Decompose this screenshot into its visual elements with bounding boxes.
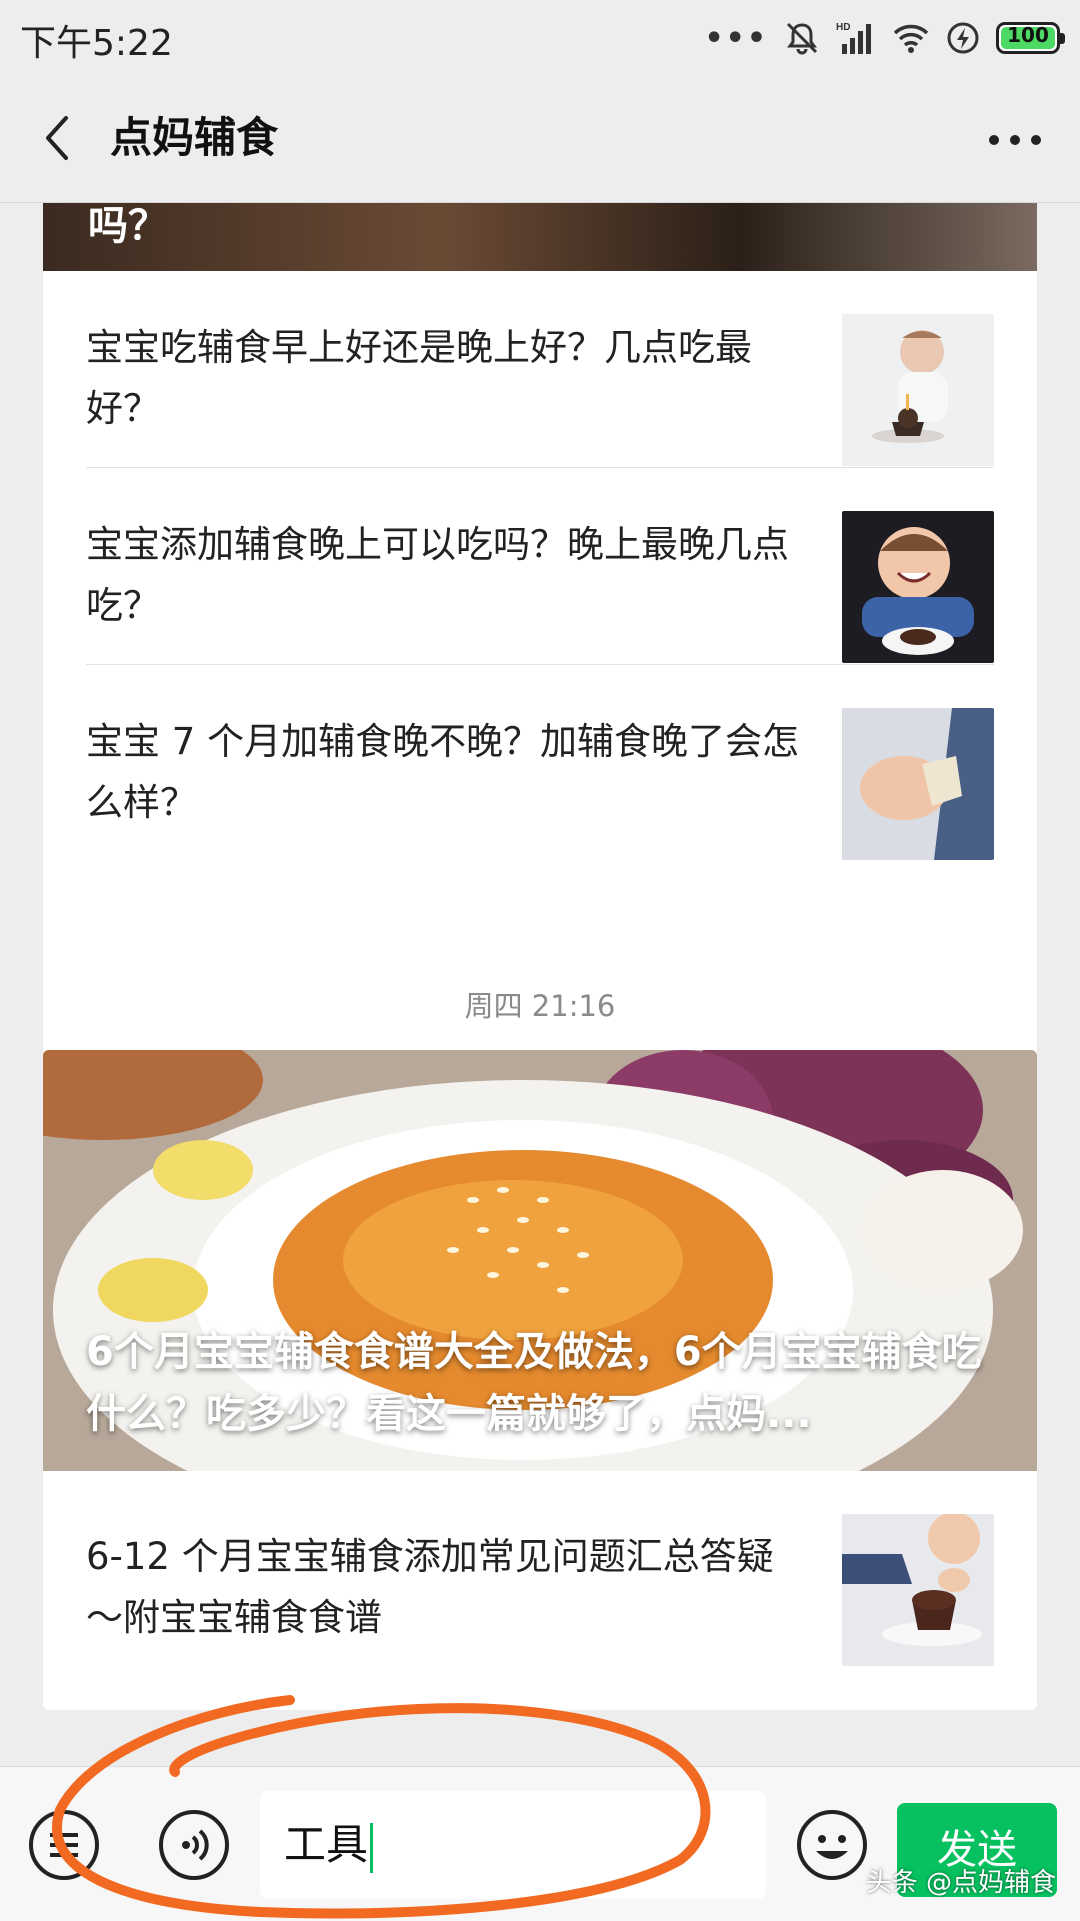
message-timestamp: 周四 21:16 — [464, 989, 616, 1023]
article-card: 吗？ 宝宝吃辅食早上好还是晚上好？几点吃最好？ 宝宝添加辅食晚上可以吃吗？晚上最… — [43, 203, 1037, 1102]
chat-header: 点妈辅食 — [0, 78, 1080, 203]
article-item[interactable]: 宝宝吃辅食早上好还是晚上好？几点吃最好？ — [86, 271, 994, 468]
article-thumbnail — [842, 1514, 994, 1666]
battery-icon: 100 — [996, 22, 1065, 54]
battery-level: 100 — [1007, 23, 1049, 47]
more-notifications-icon: ••• — [704, 20, 768, 56]
message-input-value: 工具 — [284, 1820, 369, 1869]
mute-icon — [786, 22, 818, 55]
svg-text:HD: HD — [836, 22, 850, 33]
message-list[interactable]: 吗？ 宝宝吃辅食早上好还是晚上好？几点吃最好？ 宝宝添加辅食晚上可以吃吗？晚上最… — [0, 203, 1080, 1766]
menu-keyboard-icon[interactable] — [28, 1809, 100, 1881]
voice-input-icon[interactable] — [158, 1809, 230, 1881]
status-time: 下午5:22 — [20, 23, 173, 64]
article-thumbnail — [842, 708, 994, 860]
signal-icon: HD — [836, 22, 871, 54]
article-item-title: 6-12 个月宝宝辅食添加常见问题汇总答疑～附宝宝辅食食谱 — [86, 1535, 774, 1639]
status-icons: ••• HD 100 — [704, 16, 1065, 60]
emoji-icon[interactable] — [796, 1809, 868, 1881]
article-item[interactable]: 宝宝 7 个月加辅食晚不晚？加辅食晚了会怎么样？ — [86, 665, 994, 861]
hero-title: 6个月宝宝辅食食谱大全及做法，6个月宝宝辅食吃什么？吃多少？看这一篇就够了，点妈… — [86, 1329, 982, 1437]
article-item-title: 宝宝 7 个月加辅食晚不晚？加辅食晚了会怎么样？ — [86, 720, 800, 824]
wifi-icon — [893, 24, 929, 53]
article-thumbnail — [842, 511, 994, 663]
article-banner-image[interactable]: 吗？ — [43, 203, 1037, 271]
status-bar: 下午5:22 ••• HD 100 — [0, 0, 1080, 78]
page-title: 点妈辅食 — [110, 113, 279, 162]
message-input[interactable]: 工具 — [260, 1791, 766, 1899]
article-item-title: 宝宝吃辅食早上好还是晚上好？几点吃最好？ — [86, 326, 752, 430]
more-options-icon[interactable] — [980, 110, 1050, 170]
back-arrow-icon[interactable] — [30, 108, 90, 168]
watermark: 头条 @点妈辅食 — [865, 1868, 1056, 1898]
article-thumbnail — [842, 314, 994, 466]
article-item[interactable]: 6-12 个月宝宝辅食添加常见问题汇总答疑～附宝宝辅食食谱 — [86, 1471, 994, 1709]
article-item-title: 宝宝添加辅食晚上可以吃吗？晚上最晚几点吃？ — [86, 523, 789, 627]
article-item[interactable]: 宝宝添加辅食晚上可以吃吗？晚上最晚几点吃？ — [86, 468, 994, 665]
article-card: 6个月宝宝辅食食谱大全及做法，6个月宝宝辅食吃什么？吃多少？看这一篇就够了，点妈… — [43, 1050, 1037, 1710]
banner-title-tail: 吗？ — [88, 203, 168, 249]
article-hero[interactable]: 6个月宝宝辅食食谱大全及做法，6个月宝宝辅食吃什么？吃多少？看这一篇就够了，点妈… — [43, 1050, 1037, 1471]
text-caret — [370, 1822, 374, 1873]
charging-icon — [947, 22, 979, 54]
